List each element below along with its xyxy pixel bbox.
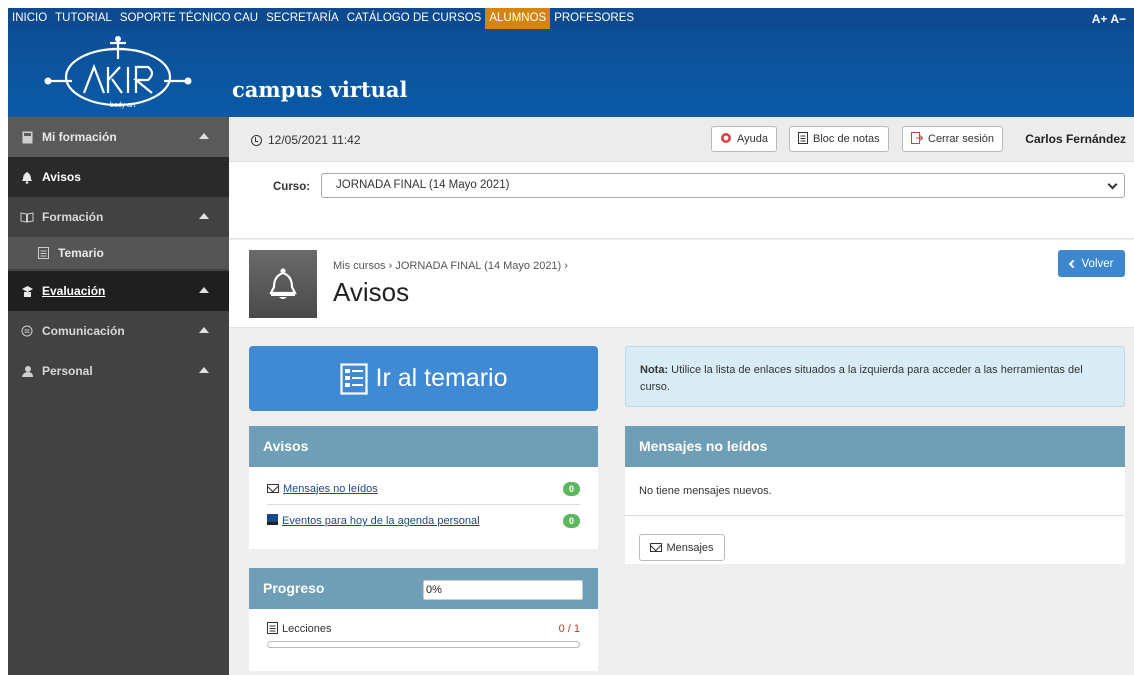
envelope-icon (650, 543, 663, 552)
info-note: Nota: Utilice la lista de enlaces situad… (625, 346, 1125, 407)
lessons-row: Lecciones 0 / 1 (267, 621, 580, 637)
main-content: 12/05/2021 11:42 Ayuda Bloc de notas Cer… (229, 117, 1134, 675)
unread-messages-panel: Mensajes no leídos No tiene mensajes nue… (625, 426, 1125, 564)
graduate-icon (20, 284, 34, 298)
page-header: Mis cursos › JORNADA FINAL (14 Mayo 2021… (229, 240, 1134, 328)
nav-alumnos[interactable]: ALUMNOS (485, 8, 551, 29)
page-icon (249, 250, 317, 318)
course-label: Curso: (273, 181, 311, 193)
status-bar: 12/05/2021 11:42 Ayuda Bloc de notas Cer… (229, 117, 1134, 162)
sidebar-item-label: Mi formación (42, 130, 117, 144)
avisos-panel: Avisos Mensajes no leídos 0 Eventos para… (249, 426, 598, 549)
course-selected-value: JORNADA FINAL (14 Mayo 2021) (336, 179, 510, 191)
logout-button[interactable]: Cerrar sesión (902, 126, 1004, 152)
sidebar: Mi formación Avisos Formación Temario Ev… (8, 117, 229, 675)
nav-catalogo[interactable]: CATÁLOGO DE CURSOS (343, 8, 486, 29)
document-icon (267, 621, 278, 637)
logout-icon (911, 131, 924, 147)
caret-up-icon (199, 213, 209, 219)
sidebar-item-temario[interactable]: Temario (8, 237, 229, 269)
empty-messages-text: No tiene mensajes nuevos. (625, 467, 1125, 516)
calendar-icon (267, 514, 278, 528)
list-item: Eventos para hoy de la agenda personal 0 (267, 505, 580, 537)
nav-inicio[interactable]: INICIO (8, 8, 51, 29)
agenda-events-link[interactable]: Eventos para hoy de la agenda personal (282, 515, 480, 527)
lessons-count: 0 / 1 (558, 623, 580, 635)
panel-title: Avisos (249, 426, 598, 467)
user-icon (20, 364, 34, 378)
messages-button-label: Mensajes (666, 541, 714, 554)
unread-messages-link[interactable]: Mensajes no leídos (283, 483, 378, 495)
notes-label: Bloc de notas (813, 133, 880, 145)
chevron-left-icon (1068, 259, 1077, 268)
bell-icon (20, 170, 34, 184)
sidebar-item-label: Temario (58, 246, 104, 260)
chevron-down-icon (1107, 179, 1118, 190)
lessons-label: Lecciones (282, 623, 332, 635)
top-navigation: INICIO TUTORIAL SOPORTE TÉCNICO CAU SECR… (8, 8, 1134, 29)
go-to-syllabus-button[interactable]: Ir al temario (249, 346, 598, 411)
lifebuoy-icon (720, 132, 732, 147)
sidebar-item-personal[interactable]: Personal (8, 351, 229, 391)
help-label: Ayuda (737, 133, 768, 145)
font-size-controls[interactable]: A+ A− (1092, 12, 1134, 26)
syllabus-button-label: Ir al temario (375, 364, 508, 392)
sidebar-item-evaluacion[interactable]: Evaluación (8, 271, 229, 311)
logo-subtext: body art (110, 102, 135, 109)
caret-up-icon (199, 287, 209, 293)
help-button[interactable]: Ayuda (711, 126, 777, 152)
clock-icon (251, 134, 262, 146)
sidebar-item-formacion[interactable]: Formación (8, 197, 229, 237)
back-button[interactable]: Volver (1058, 250, 1125, 277)
user-name[interactable]: Carlos Fernández (1025, 132, 1126, 146)
sidebar-item-label: Comunicación (42, 324, 125, 338)
sidebar-item-label: Formación (42, 210, 104, 224)
datetime-text: 12/05/2021 11:42 (268, 133, 361, 147)
caret-up-icon (199, 367, 209, 373)
back-label: Volver (1081, 257, 1114, 270)
datetime: 12/05/2021 11:42 (251, 133, 361, 147)
list-item: Mensajes no leídos 0 (267, 473, 580, 505)
site-header: body art campus virtual (8, 29, 1134, 117)
notepad-icon (798, 131, 808, 147)
progress-panel: Progreso 0% Lecciones 0 / 1 (249, 568, 598, 671)
sidebar-item-comunicacion[interactable]: Comunicación (8, 311, 229, 351)
breadcrumb[interactable]: Mis cursos › JORNADA FINAL (14 Mayo 2021… (333, 260, 568, 272)
panel-header: Progreso 0% (249, 568, 598, 609)
count-badge: 0 (563, 514, 580, 528)
akira-logo[interactable]: body art (28, 33, 208, 113)
document-icon (36, 246, 50, 260)
sidebar-item-label: Evaluación (42, 284, 106, 298)
envelope-icon (267, 484, 279, 493)
sidebar-item-label: Avisos (42, 170, 81, 184)
syllabus-icon (339, 362, 368, 395)
book-icon (20, 210, 34, 224)
count-badge: 0 (563, 482, 580, 496)
messages-button[interactable]: Mensajes (639, 534, 725, 561)
nav-tutorial[interactable]: TUTORIAL (51, 8, 116, 29)
page-title: Avisos (333, 277, 410, 307)
note-label: Nota: (640, 364, 669, 376)
bell-icon (269, 268, 297, 299)
progress-percent: 0% (423, 580, 583, 600)
caret-up-icon (199, 133, 209, 139)
logout-label: Cerrar sesión (928, 133, 995, 145)
panel-title: Progreso (263, 580, 325, 596)
lessons-progress-bar (267, 641, 580, 648)
notes-button[interactable]: Bloc de notas (789, 126, 889, 152)
panel-title: Mensajes no leídos (625, 426, 1125, 467)
nav-soporte[interactable]: SOPORTE TÉCNICO CAU (116, 8, 262, 29)
chat-icon (20, 324, 34, 338)
nav-profesores[interactable]: PROFESORES (550, 8, 638, 29)
sidebar-item-avisos[interactable]: Avisos (8, 157, 229, 197)
sidebar-item-label: Personal (42, 364, 93, 378)
course-select[interactable]: JORNADA FINAL (14 Mayo 2021) (321, 173, 1125, 198)
calculator-icon (20, 130, 34, 144)
brand-title: campus virtual (232, 77, 408, 102)
sidebar-item-mi-formacion[interactable]: Mi formación (8, 117, 229, 157)
caret-up-icon (199, 327, 209, 333)
note-text: Utilice la lista de enlaces situados a l… (640, 364, 1083, 393)
nav-secretaria[interactable]: SECRETARÍA (262, 8, 343, 29)
course-selector-bar: Curso: JORNADA FINAL (14 Mayo 2021) (229, 162, 1134, 239)
